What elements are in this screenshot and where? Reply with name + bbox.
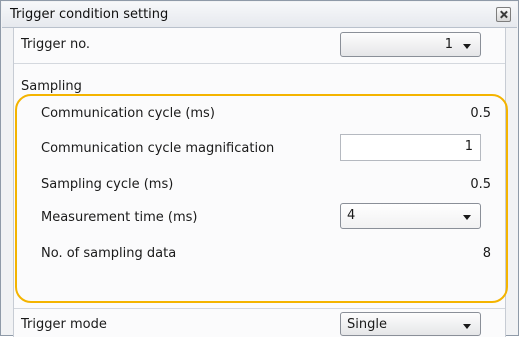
measurement-time-label: Measurement time (ms): [41, 210, 198, 225]
communication-cycle-value: 0.5: [470, 106, 491, 121]
chevron-down-icon: [463, 215, 471, 220]
sampling-data-count-value: 8: [482, 246, 491, 261]
settings-content: Trigger no. 1 Sampling Communication cyc…: [13, 28, 506, 337]
divider: [14, 308, 505, 309]
communication-cycle-magnification-label: Communication cycle magnification: [41, 141, 275, 156]
trigger-mode-value: Single: [347, 317, 387, 332]
measurement-time-value: 4: [347, 208, 356, 223]
communication-cycle-label: Communication cycle (ms): [41, 106, 215, 121]
communication-cycle-magnification-input[interactable]: 1: [340, 134, 481, 161]
close-icon[interactable]: [496, 7, 511, 22]
chevron-down-icon: [463, 324, 471, 329]
dialog-title: Trigger condition setting: [10, 7, 169, 22]
trigger-mode-label: Trigger mode: [21, 317, 107, 332]
sampling-data-count-label: No. of sampling data: [41, 246, 177, 261]
communication-cycle-magnification-value: 1: [464, 139, 473, 154]
trigger-no-dropdown[interactable]: 1: [340, 32, 481, 57]
trigger-mode-dropdown[interactable]: Single: [340, 312, 481, 336]
sampling-cycle-label: Sampling cycle (ms): [41, 177, 174, 192]
title-bar: Trigger condition setting: [2, 2, 517, 28]
sampling-cycle-value: 0.5: [470, 177, 491, 192]
trigger-condition-dialog: Trigger condition setting Trigger no. 1 …: [0, 0, 519, 337]
divider: [14, 63, 505, 64]
measurement-time-dropdown[interactable]: 4: [340, 203, 481, 229]
trigger-no-label: Trigger no.: [21, 37, 91, 52]
sampling-section-header: Sampling: [21, 79, 82, 94]
trigger-no-value: 1: [444, 37, 453, 52]
chevron-down-icon: [463, 44, 471, 49]
